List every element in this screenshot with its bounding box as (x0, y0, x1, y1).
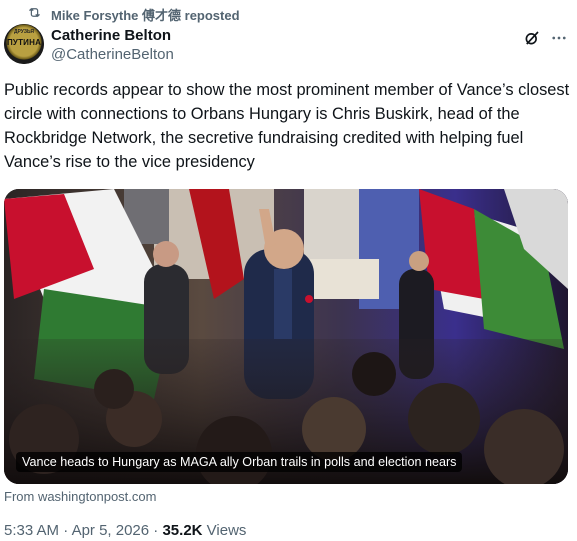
views-label: Views (202, 522, 247, 539)
meta-separator: · (59, 522, 72, 539)
link-card[interactable]: Vance heads to Hungary as MAGA ally Orba… (4, 189, 568, 484)
meta-separator: · (149, 522, 163, 539)
tweet-header: ДРУЗЬЯ ПУТИНА Catherine Belton @Catherin… (4, 22, 569, 70)
card-source[interactable]: From washingtonpost.com (4, 489, 156, 504)
repost-icon (27, 5, 42, 23)
tweet-text: Public records appear to show the most p… (4, 81, 570, 171)
avatar[interactable]: ДРУЗЬЯ ПУТИНА (4, 24, 44, 64)
grok-icon[interactable] (523, 29, 541, 47)
author-handle[interactable]: @CatherineBelton (51, 45, 174, 65)
repost-text: Mike Forsythe 傅才德 reposted (51, 7, 240, 23)
views-count: 35.2K (162, 522, 203, 539)
tweet-date[interactable]: Apr 5, 2026 (72, 522, 150, 539)
tweet-meta: 5:33 AM · Apr 5, 2026 · 35.2K Views (4, 522, 246, 539)
author-name[interactable]: Catherine Belton (51, 26, 174, 45)
tweet-time[interactable]: 5:33 AM (4, 522, 59, 539)
avatar-text-top: ДРУЗЬЯ (13, 29, 35, 35)
more-options-icon[interactable] (549, 29, 569, 47)
card-caption: Vance heads to Hungary as MAGA ally Orba… (16, 452, 463, 472)
repost-indicator[interactable]: Mike Forsythe 傅才德 reposted (27, 5, 240, 23)
article-photo (4, 189, 568, 484)
avatar-text: ПУТИНА (6, 38, 42, 47)
